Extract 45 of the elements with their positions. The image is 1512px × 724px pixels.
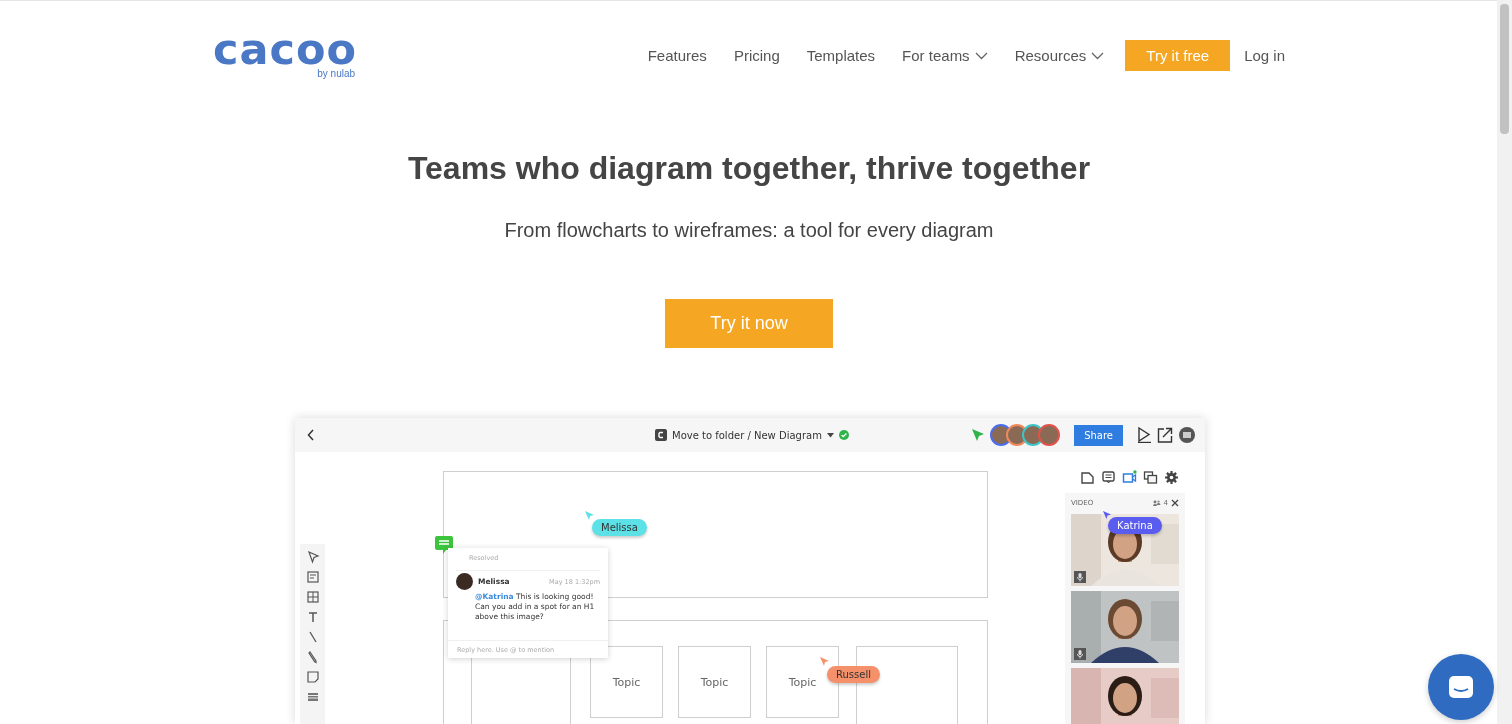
logo-wordmark[interactable]: cacoo	[213, 28, 358, 69]
microphone-icon	[1074, 571, 1086, 583]
topic-box: Topic	[678, 646, 751, 718]
avatar[interactable]	[1038, 424, 1061, 446]
cursor-label: Melissa	[592, 519, 647, 536]
sticky-note-icon[interactable]	[305, 670, 320, 684]
login-link[interactable]: Log in	[1244, 47, 1285, 64]
breadcrumb[interactable]: Move to folder / New Diagram	[672, 429, 822, 441]
table-icon[interactable]	[305, 690, 320, 704]
chevron-down-icon	[1091, 51, 1105, 60]
account-icon[interactable]	[1179, 427, 1195, 443]
nav-link[interactable]: Templates	[806, 47, 876, 64]
back-icon[interactable]	[307, 429, 315, 441]
video-camera-icon[interactable]	[1122, 470, 1137, 485]
hero-title: Teams who diagram together, thrive together	[407, 149, 1091, 188]
chat-icon	[1448, 675, 1474, 699]
chevron-down-icon	[974, 51, 988, 60]
grid-icon[interactable]	[305, 590, 320, 604]
settings-icon[interactable]	[1164, 470, 1179, 485]
nav-link[interactable]: For teams	[902, 47, 988, 64]
microphone-icon	[1074, 648, 1086, 660]
chat-icon[interactable]	[1101, 470, 1116, 485]
avatar	[456, 573, 473, 590]
close-icon[interactable]	[1171, 499, 1179, 507]
nav-link[interactable]: Resources	[1014, 47, 1105, 64]
share-button[interactable]: Share	[1074, 424, 1123, 446]
caret-icon[interactable]	[826, 432, 834, 438]
cursor-label: Russell	[827, 666, 880, 683]
page-icon[interactable]	[1080, 470, 1095, 485]
nav-link[interactable]: Pricing	[733, 47, 780, 64]
cursor-label: Katrina	[1108, 517, 1162, 534]
chat-launcher-button[interactable]	[1428, 654, 1494, 720]
people-icon	[1152, 500, 1161, 506]
logo-byline: by nulab	[317, 67, 356, 79]
export-icon[interactable]	[1157, 427, 1173, 443]
frame-icon[interactable]	[305, 570, 320, 584]
topic-box: Topic	[590, 646, 663, 718]
nav-link[interactable]: Features	[647, 47, 707, 64]
play-icon[interactable]	[1137, 427, 1151, 443]
windows-icon[interactable]	[1143, 470, 1158, 485]
cursor-icon	[972, 429, 985, 441]
scrollbar-thumb[interactable]	[1500, 4, 1509, 134]
app-logo-icon	[655, 429, 667, 441]
hero-subtitle: From flowcharts to wireframes: a tool for every diagram	[504, 218, 994, 243]
select-icon[interactable]	[305, 550, 320, 564]
